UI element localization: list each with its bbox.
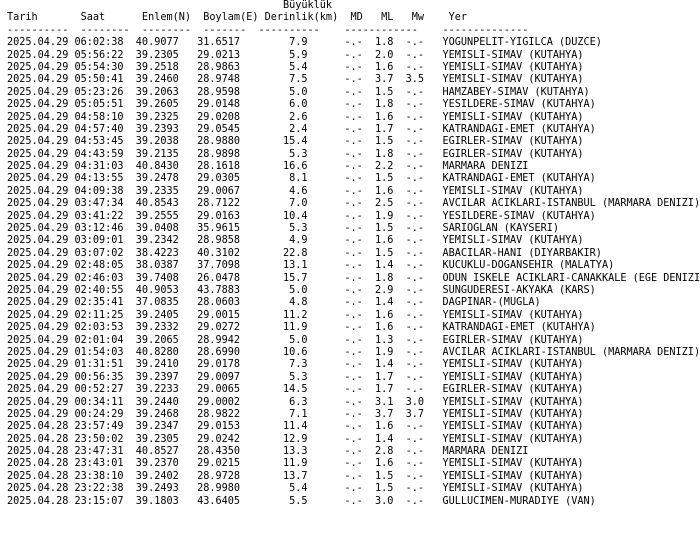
table-row: 2025.04.29 01:54:03 40.8280 28.6990 10.6… — [7, 346, 700, 358]
table-row: 2025.04.29 02:40:55 40.9053 43.7883 5.0 … — [7, 284, 596, 296]
table-row: 2025.04.29 04:57:40 39.2393 29.0545 2.4 … — [7, 123, 596, 135]
table-row: 2025.04.29 04:31:03 40.8430 28.1618 16.6… — [7, 161, 529, 173]
table-row: 2025.04.28 23:47:31 40.8527 28.4350 13.3… — [7, 446, 529, 458]
table-row: 2025.04.29 02:35:41 37.0835 28.0603 4.8 … — [7, 297, 541, 309]
magnitude-group-header: Büyüklük — [7, 0, 333, 11]
table-row: 2025.04.29 03:09:01 39.2342 28.9858 4.9 … — [7, 235, 584, 247]
table-row: 2025.04.28 23:50:02 39.2305 29.0242 12.9… — [7, 433, 584, 445]
table-row: 2025.04.29 04:53:45 39.2038 28.9880 15.4… — [7, 136, 584, 148]
table-row: 2025.04.29 02:46:03 39.7408 26.0478 15.7… — [7, 272, 700, 284]
table-row: 2025.04.28 23:57:49 39.2347 29.0153 11.4… — [7, 421, 584, 433]
table-row: 2025.04.29 03:47:34 40.8543 28.7122 7.0 … — [7, 198, 700, 210]
table-row: 2025.04.29 02:11:25 39.2405 29.0015 11.2… — [7, 309, 584, 321]
table-row: 2025.04.28 23:38:10 39.2402 28.9728 13.7… — [7, 470, 584, 482]
table-row: 2025.04.29 05:05:51 39.2605 29.0148 6.0 … — [7, 99, 596, 111]
table-row: 2025.04.29 00:56:35 39.2397 29.0097 5.3 … — [7, 371, 584, 383]
table-row: 2025.04.28 23:22:38 39.2493 28.9980 5.4 … — [7, 483, 584, 495]
table-row: 2025.04.29 04:43:59 39.2135 28.9898 5.3 … — [7, 148, 584, 160]
table-row: 2025.04.29 05:54:30 39.2518 28.9863 5.4 … — [7, 61, 584, 73]
table-row: 2025.04.29 05:23:26 39.2063 28.9598 5.0 … — [7, 86, 590, 98]
table-row: 2025.04.28 23:15:07 39.1803 43.6405 5.5 … — [7, 495, 596, 507]
table-row: 2025.04.29 00:34:11 39.2440 29.0002 6.3 … — [7, 396, 584, 408]
table-row: 2025.04.29 00:24:29 39.2468 28.9822 7.1 … — [7, 408, 584, 420]
table-row: 2025.04.29 02:48:05 38.0387 37.7098 13.1… — [7, 260, 615, 272]
earthquake-listing: Büyüklük Tarih Saat Enlem(N) Boylam(E) De… — [0, 0, 700, 507]
table-row: 2025.04.29 01:31:51 39.2410 29.0178 7.3 … — [7, 359, 584, 371]
table-row: 2025.04.29 04:13:55 39.2478 29.0305 8.1 … — [7, 173, 596, 185]
table-row: 2025.04.29 05:56:22 39.2305 29.0213 5.9 … — [7, 49, 584, 61]
table-row: 2025.04.29 04:58:10 39.2325 29.0208 2.6 … — [7, 111, 584, 123]
column-headers: Tarih Saat Enlem(N) Boylam(E) Derinlik(k… — [7, 12, 468, 24]
table-row: 2025.04.29 00:52:27 39.2233 29.0065 14.5… — [7, 384, 584, 396]
table-row: 2025.04.29 02:03:53 39.2332 29.0272 11.9… — [7, 322, 596, 334]
table-row: 2025.04.28 23:43:01 39.2370 29.0215 11.9… — [7, 458, 584, 470]
header-rule: ---------- -------- -------- ------- ---… — [7, 24, 529, 36]
table-row: 2025.04.29 03:07:02 38.4223 40.3102 22.8… — [7, 247, 602, 259]
table-row: 2025.04.29 04:09:38 39.2335 29.0067 4.6 … — [7, 185, 584, 197]
event-rows: 2025.04.29 06:02:38 40.9077 31.6517 7.9 … — [7, 37, 700, 506]
table-row: 2025.04.29 06:02:38 40.9077 31.6517 7.9 … — [7, 37, 602, 49]
table-row: 2025.04.29 05:50:41 39.2460 28.9748 7.5 … — [7, 74, 584, 86]
table-row: 2025.04.29 02:01:04 39.2065 28.9942 5.0 … — [7, 334, 584, 346]
table-row: 2025.04.29 03:12:46 39.0408 35.9615 5.3 … — [7, 223, 560, 235]
table-row: 2025.04.29 03:41:22 39.2555 29.0163 10.4… — [7, 210, 596, 222]
